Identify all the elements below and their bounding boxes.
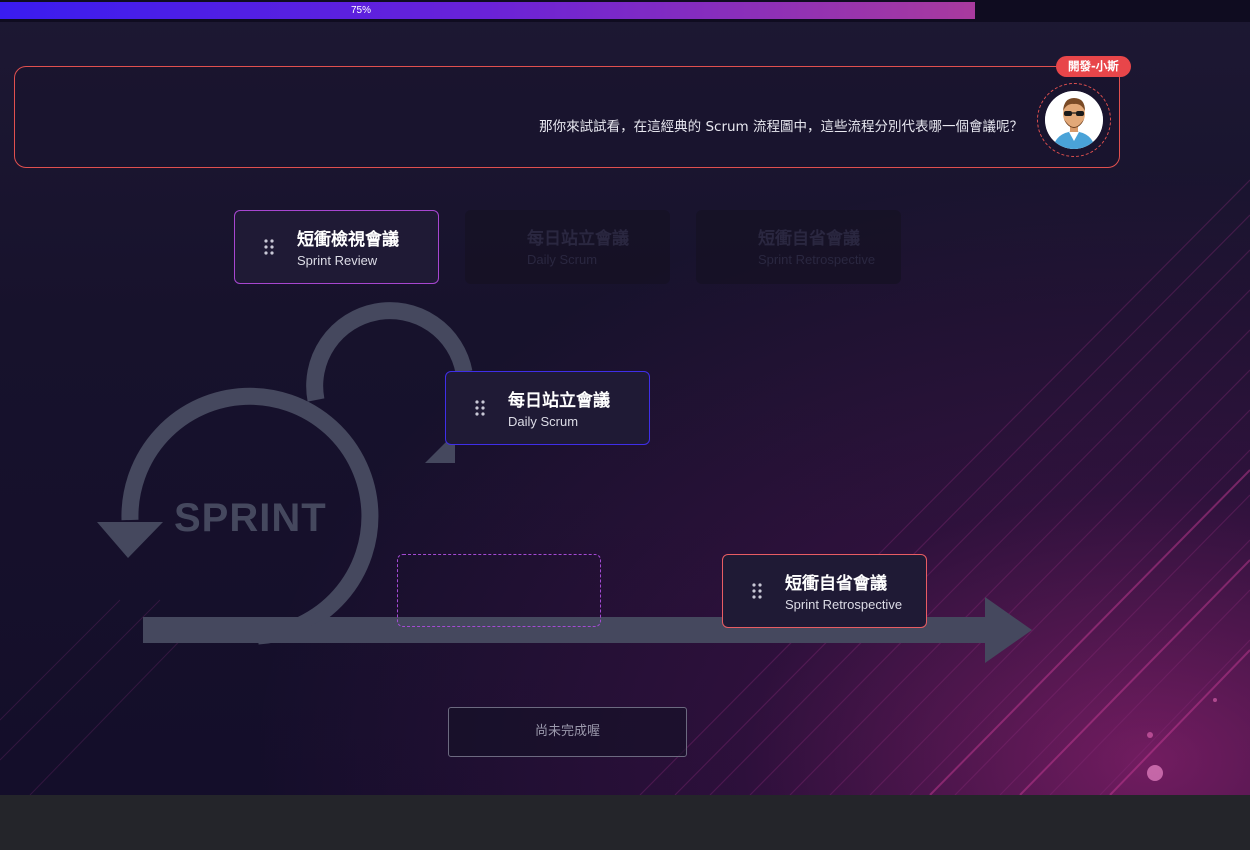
palette-slot-daily-scrum: 每日站立會議 Daily Scrum [465, 210, 670, 284]
card-sprint-retrospective[interactable]: 短衝自省會議 Sprint Retrospective [722, 554, 927, 628]
quiz-stage: 75% 那你來試試看，在這經典的 Scrum 流程圖中，這些流程分別代表哪一個會… [0, 0, 1250, 795]
palette-slot-zh: 短衝自省會議 [758, 229, 860, 249]
drag-handle-icon[interactable] [475, 400, 485, 416]
submit-button[interactable]: 尚未完成喔 [448, 707, 687, 757]
drag-handle-icon[interactable] [752, 583, 762, 599]
empty-drop-zone[interactable] [397, 554, 601, 627]
palette-slot-en: Sprint Retrospective [758, 252, 876, 267]
card-title-en: Daily Scrum [508, 414, 579, 429]
sprint-arrowhead [97, 522, 163, 558]
palette-slot-sprint-retrospective: 短衝自省會議 Sprint Retrospective [696, 210, 901, 284]
card-title-zh: 短衝檢視會議 [297, 230, 399, 250]
daily-loop-arc [306, 302, 473, 402]
sprint-label: SPRINT [174, 496, 327, 540]
sprint-main-arrowhead [985, 597, 1032, 663]
drag-handle-icon[interactable] [264, 239, 274, 255]
card-title-zh: 短衝自省會議 [785, 574, 887, 594]
palette-slot-en: Daily Scrum [527, 252, 598, 267]
card-daily-scrum[interactable]: 每日站立會議 Daily Scrum [445, 371, 650, 445]
palette-slot-zh: 每日站立會議 [527, 229, 629, 249]
card-title-zh: 每日站立會議 [508, 391, 610, 411]
card-title-en: Sprint Review [297, 253, 378, 268]
card-sprint-review[interactable]: 短衝檢視會議 Sprint Review [234, 210, 439, 284]
card-title-en: Sprint Retrospective [785, 597, 903, 612]
